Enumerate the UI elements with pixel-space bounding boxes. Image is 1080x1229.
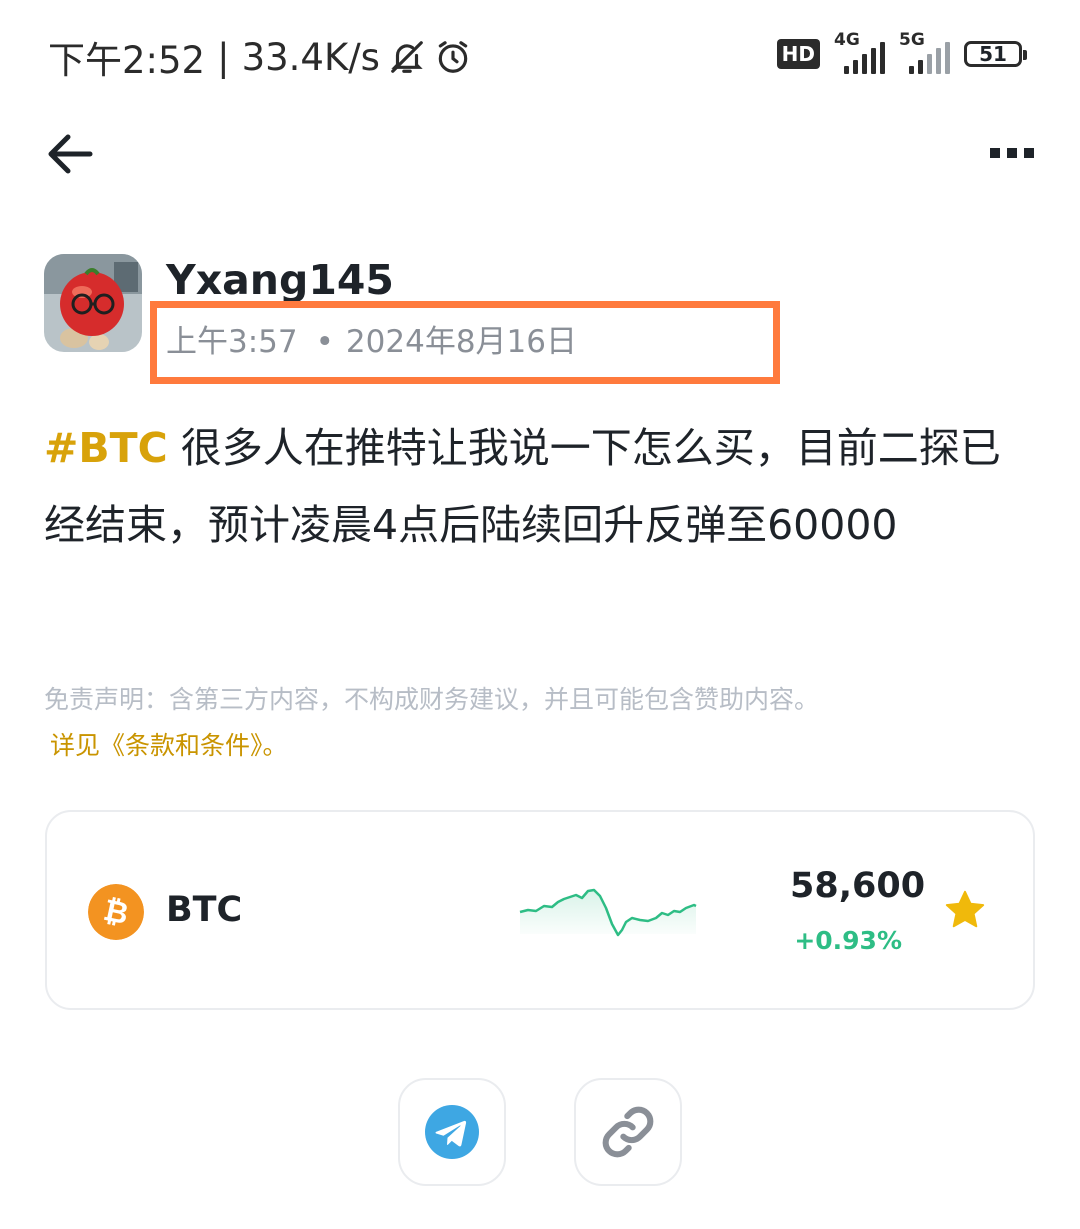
battery-level: 51 xyxy=(979,42,1007,66)
bell-off-icon xyxy=(391,41,423,73)
author-name[interactable]: Yxang145 xyxy=(166,256,394,304)
telegram-icon xyxy=(425,1105,479,1159)
post-text: 很多人在推特让我说一下怎么买，目前二探已经结束，预计凌晨4点后陆续回升反弹至60… xyxy=(44,424,1001,549)
signal-5g-icon: 5G xyxy=(899,30,950,74)
signal-4g-icon: 4G xyxy=(834,30,885,74)
post-content: #BTC 很多人在推特让我说一下怎么买，目前二探已经结束，预计凌晨4点后陆续回升… xyxy=(44,410,1036,564)
star-icon[interactable] xyxy=(942,887,988,933)
annotation-highlight-box xyxy=(150,301,780,384)
battery-icon: 51 xyxy=(964,41,1027,67)
network-5g-label: 5G xyxy=(899,30,925,50)
avatar[interactable] xyxy=(44,254,142,352)
terms-link[interactable]: 详见《条款和条件》。 xyxy=(50,726,288,762)
copy-link-button[interactable] xyxy=(574,1078,682,1186)
ticker-symbol: BTC xyxy=(166,890,243,930)
ticker-change: +0.93% xyxy=(794,926,902,955)
back-arrow-icon[interactable] xyxy=(46,132,94,176)
status-bar-left: 下午2:52 | 33.4K/s xyxy=(48,30,472,84)
ticker-price: 58,600 xyxy=(790,866,926,906)
more-options-icon[interactable] xyxy=(990,146,1034,160)
network-speed: 33.4K/s xyxy=(241,35,380,79)
network-4g-label: 4G xyxy=(834,30,860,50)
price-sparkline xyxy=(519,888,697,937)
bitcoin-icon: ₿ xyxy=(88,884,144,940)
hashtag-link[interactable]: #BTC xyxy=(44,424,168,472)
status-divider: | xyxy=(217,35,230,79)
share-telegram-button[interactable] xyxy=(398,1078,506,1186)
disclaimer-text: 免责声明：含第三方内容，不构成财务建议，并且可能包含赞助内容。 xyxy=(44,685,820,714)
link-icon xyxy=(602,1106,654,1158)
hd-badge: HD xyxy=(776,39,820,69)
status-time: 下午2:52 xyxy=(48,39,206,82)
status-bar-right: HD 4G 5G 51 xyxy=(776,30,1027,74)
alarm-icon xyxy=(438,41,468,73)
